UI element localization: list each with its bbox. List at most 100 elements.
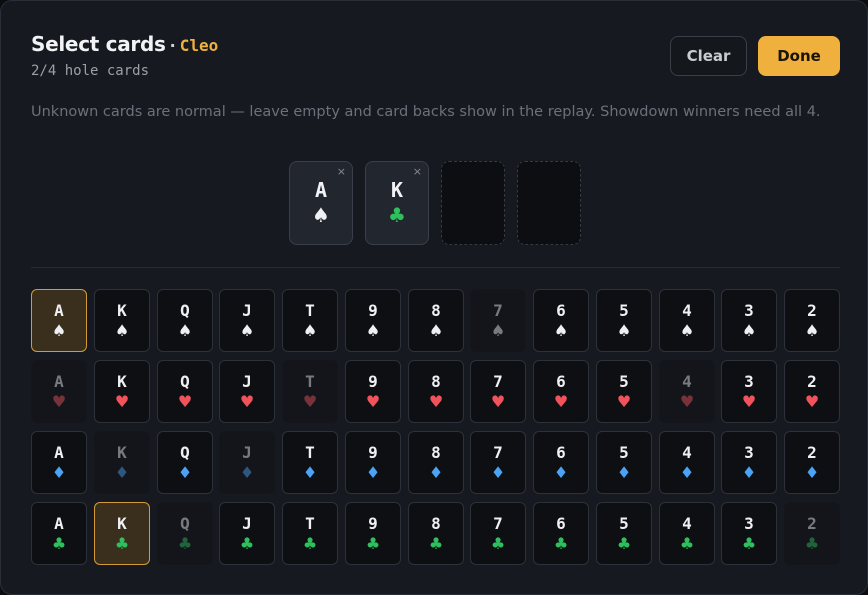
card-9-spades[interactable]: 9 ♠ [345,289,401,352]
card-rank: 8 [431,514,441,533]
card-rank: 9 [368,443,378,462]
card-rank: 8 [431,301,441,320]
heart-icon: ♥ [490,392,506,411]
heart-icon: ♥ [51,392,67,411]
card-T-hearts: T ♥ [282,360,338,423]
card-T-diamonds[interactable]: T ♦ [282,431,338,494]
card-T-clubs[interactable]: T ♣ [282,502,338,565]
card-5-spades[interactable]: 5 ♠ [596,289,652,352]
card-9-diamonds[interactable]: 9 ♦ [345,431,401,494]
club-icon: ♣ [679,534,695,553]
remove-card-icon[interactable]: × [413,165,422,178]
card-J-diamonds: J ♦ [219,431,275,494]
club-icon: ♣ [114,534,130,553]
clear-button[interactable]: Clear [670,36,747,76]
card-7-clubs[interactable]: 7 ♣ [470,502,526,565]
card-3-clubs[interactable]: 3 ♣ [721,502,777,565]
card-6-spades[interactable]: 6 ♠ [533,289,589,352]
card-rank: 5 [619,514,629,533]
card-3-spades[interactable]: 3 ♠ [721,289,777,352]
card-8-spades[interactable]: 8 ♠ [408,289,464,352]
card-2-hearts[interactable]: 2 ♥ [784,360,840,423]
card-3-hearts[interactable]: 3 ♥ [721,360,777,423]
card-rank: 6 [556,372,566,391]
diamond-icon: ♦ [679,463,695,482]
card-Q-hearts[interactable]: Q ♥ [157,360,213,423]
card-3-diamonds[interactable]: 3 ♦ [721,431,777,494]
heart-icon: ♥ [428,392,444,411]
card-7-diamonds[interactable]: 7 ♦ [470,431,526,494]
card-J-clubs[interactable]: J ♣ [219,502,275,565]
heart-icon: ♥ [239,392,255,411]
card-rank: 6 [556,301,566,320]
card-rank: 8 [431,443,441,462]
card-rank: 9 [368,372,378,391]
card-6-clubs[interactable]: 6 ♣ [533,502,589,565]
card-A-spades[interactable]: A ♠ [31,289,87,352]
card-rank: K [117,301,127,320]
card-rank: A [54,372,64,391]
card-5-clubs[interactable]: 5 ♣ [596,502,652,565]
card-K-clubs[interactable]: K ♣ [94,502,150,565]
card-Q-diamonds[interactable]: Q ♦ [157,431,213,494]
hole-card-slot-2[interactable]: × K ♣ [365,161,429,245]
card-rank: 8 [431,372,441,391]
spade-icon: ♠ [553,321,569,340]
card-rank: J [242,301,252,320]
card-4-spades[interactable]: 4 ♠ [659,289,715,352]
card-J-hearts[interactable]: J ♥ [219,360,275,423]
help-text: Unknown cards are normal — leave empty a… [31,104,821,120]
card-5-diamonds[interactable]: 5 ♦ [596,431,652,494]
card-8-hearts[interactable]: 8 ♥ [408,360,464,423]
hole-card-slot-4-empty[interactable] [517,161,581,245]
card-rank: K [117,514,127,533]
card-rank: J [242,372,252,391]
card-A-diamonds[interactable]: A ♦ [31,431,87,494]
club-icon: ♣ [741,534,757,553]
done-button[interactable]: Done [758,36,840,76]
heart-icon: ♥ [679,392,695,411]
card-T-spades[interactable]: T ♠ [282,289,338,352]
card-rank: 5 [619,301,629,320]
spade-icon: ♠ [365,321,381,340]
card-rank: 2 [807,301,817,320]
card-rank: 3 [744,514,754,533]
card-4-diamonds[interactable]: 4 ♦ [659,431,715,494]
diamond-icon: ♦ [804,463,820,482]
card-5-hearts[interactable]: 5 ♥ [596,360,652,423]
card-8-clubs[interactable]: 8 ♣ [408,502,464,565]
card-2-diamonds[interactable]: 2 ♦ [784,431,840,494]
card-rank: T [305,372,315,391]
card-A-clubs[interactable]: A ♣ [31,502,87,565]
card-2-spades[interactable]: 2 ♠ [784,289,840,352]
hole-card-slot-1[interactable]: × A ♠ [289,161,353,245]
card-rank: T [305,443,315,462]
diamond-icon: ♦ [616,463,632,482]
card-9-clubs[interactable]: 9 ♣ [345,502,401,565]
slot-rank: K [390,178,404,202]
card-6-diamonds[interactable]: 6 ♦ [533,431,589,494]
card-8-diamonds[interactable]: 8 ♦ [408,431,464,494]
hole-card-slot-3-empty[interactable] [441,161,505,245]
hole-card-count: 2/4 hole cards [31,63,150,79]
remove-card-icon[interactable]: × [337,165,346,178]
diamond-icon: ♦ [365,463,381,482]
card-J-spades[interactable]: J ♠ [219,289,275,352]
card-K-hearts[interactable]: K ♥ [94,360,150,423]
card-7-hearts[interactable]: 7 ♥ [470,360,526,423]
club-icon: ♣ [553,534,569,553]
card-rank: T [305,514,315,533]
heart-icon: ♥ [741,392,757,411]
card-K-spades[interactable]: K ♠ [94,289,150,352]
spade-icon: ♠ [804,321,820,340]
card-rank: 9 [368,301,378,320]
spade-icon: ♠ [312,203,330,227]
card-4-clubs[interactable]: 4 ♣ [659,502,715,565]
card-Q-spades[interactable]: Q ♠ [157,289,213,352]
card-rank: 4 [682,514,692,533]
card-rank: 2 [807,372,817,391]
card-rank: 6 [556,514,566,533]
card-rank: J [242,514,252,533]
card-6-hearts[interactable]: 6 ♥ [533,360,589,423]
card-9-hearts[interactable]: 9 ♥ [345,360,401,423]
